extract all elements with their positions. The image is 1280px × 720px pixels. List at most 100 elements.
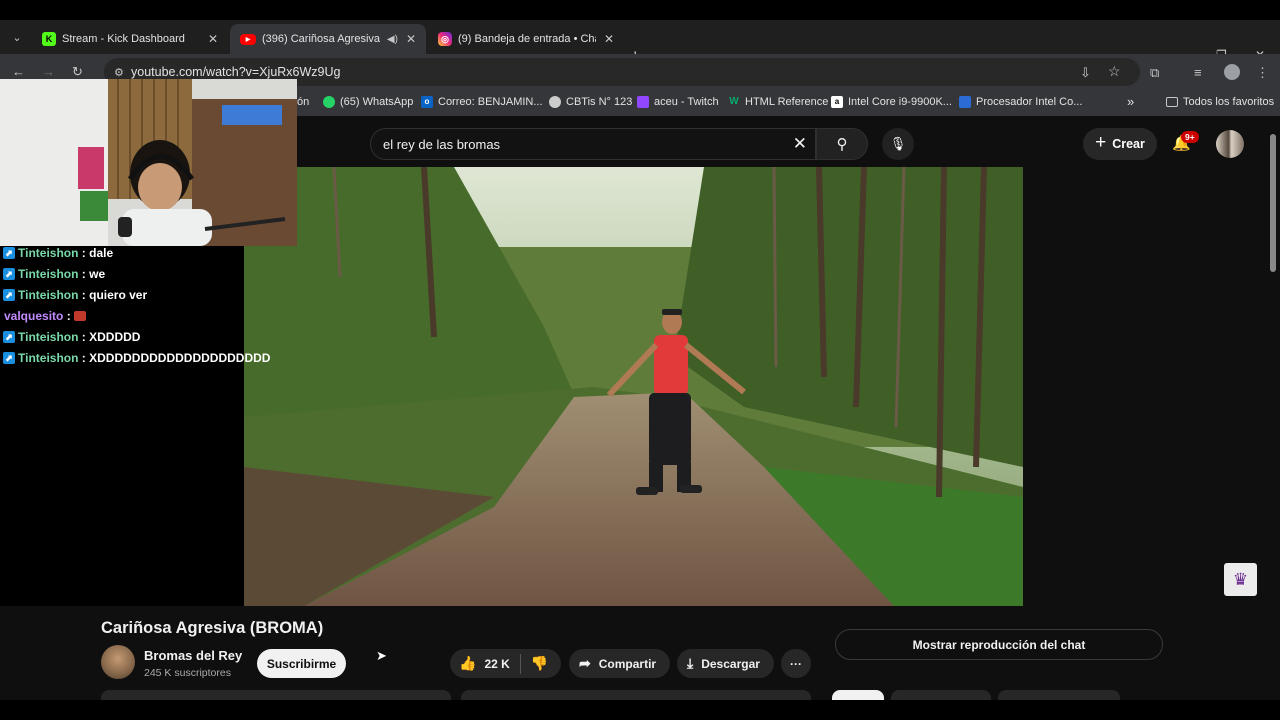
chat-text: XDDDDDDDDDDDDDDDDDDDD — [89, 351, 271, 365]
all-bookmarks-label: Todos los favoritos — [1183, 96, 1275, 108]
kick-icon: K — [42, 32, 56, 46]
tab-kick-dashboard[interactable]: K Stream - Kick Dashboard ✕ — [32, 24, 228, 54]
globe-icon — [549, 96, 561, 108]
share-label: Compartir — [598, 656, 657, 671]
subscriber-count: 245 K suscriptores — [144, 667, 231, 679]
bookmark-star-icon[interactable]: ☆ — [1108, 63, 1121, 80]
channel-name[interactable]: Bromas del Rey — [144, 648, 242, 663]
filter-chip-all[interactable] — [832, 690, 884, 700]
chat-badge-icon: ⬈ — [3, 352, 15, 364]
stream-chat-overlay: ⬈ Tinteishon : dale ⬈ Tinteishon : we ⬈ … — [0, 246, 270, 606]
profile-avatar-icon[interactable] — [1224, 64, 1240, 80]
bottom-black-band — [0, 700, 1280, 720]
tab-search-chevron-icon[interactable]: ⌄ — [6, 26, 28, 48]
search-button[interactable]: ⚲ — [816, 128, 868, 160]
close-tab-icon[interactable]: ✕ — [208, 32, 218, 46]
audio-playing-icon[interactable]: ◀) — [387, 34, 398, 45]
tab-youtube-video[interactable]: ▶ (396) Cariñosa Agresiva (BR ◀) ✕ — [230, 24, 426, 54]
site-info-icon[interactable]: ⚙ — [114, 66, 130, 79]
chat-separator: : — [78, 288, 90, 302]
filter-chip-related[interactable] — [998, 690, 1120, 700]
chat-username: valquesito — [4, 309, 64, 323]
create-button[interactable]: + Crear — [1083, 128, 1157, 160]
bookmark-procesador-intel[interactable]: Procesador Intel Co... — [959, 96, 1082, 108]
bookmark-cbtis[interactable]: CBTis N° 123 — [549, 96, 632, 108]
share-button[interactable]: ➦ Compartir — [569, 649, 670, 678]
chat-username: Tinteishon — [18, 246, 79, 260]
whatsapp-icon — [323, 96, 335, 108]
video-title: Cariñosa Agresiva (BROMA) — [101, 619, 324, 637]
bookmark-intel-core[interactable]: a Intel Core i9-9900K... — [831, 96, 952, 108]
scrollbar-thumb[interactable] — [1270, 134, 1276, 272]
chat-separator: : — [63, 309, 75, 323]
show-chat-replay-button[interactable]: Mostrar reproducción del chat — [835, 629, 1163, 660]
tab-instagram-inbox[interactable]: ◎ (9) Bandeja de entrada • Chats ✕ — [428, 24, 624, 54]
comments-box-top — [461, 690, 811, 700]
chat-separator: : — [78, 246, 90, 260]
search-icon: ⚲ — [836, 136, 848, 153]
video-player[interactable] — [244, 167, 1023, 606]
filter-chip-channel[interactable] — [891, 690, 991, 700]
chat-separator: : — [78, 330, 90, 344]
forward-arrow-icon[interactable]: → — [42, 64, 55, 79]
tab-title: Stream - Kick Dashboard — [62, 33, 185, 45]
channel-avatar[interactable] — [101, 645, 135, 679]
install-app-icon[interactable]: ⇩ — [1080, 65, 1091, 81]
bookmark-twitch[interactable]: aceu - Twitch — [637, 96, 719, 108]
thumbs-down-icon[interactable]: 👎 — [531, 655, 548, 672]
address-bar-url[interactable]: youtube.com/watch?v=XjuRx6Wz9Ug — [131, 65, 340, 79]
bookmark-label: HTML Reference — [745, 96, 829, 108]
emote-icon — [74, 311, 87, 321]
video-frame-forest-scene — [244, 167, 1023, 606]
download-label: Descargar — [701, 656, 760, 671]
chrome-menu-icon[interactable]: ⋮ — [1256, 65, 1269, 81]
thumbs-up-icon[interactable]: 👍 — [459, 655, 476, 672]
search-query-text[interactable]: el rey de las bromas — [383, 137, 500, 152]
bookmark-label: Correo: BENJAMIN... — [438, 96, 543, 108]
outlook-icon: o — [421, 96, 433, 108]
close-tab-icon[interactable]: ✕ — [406, 32, 416, 46]
bookmark-label: CBTis N° 123 — [566, 96, 633, 108]
bookmark-whatsapp[interactable]: (65) WhatsApp — [323, 96, 413, 108]
bookmark-label: Intel Core i9-9900K... — [848, 96, 952, 108]
download-button[interactable]: ⤓ Descargar — [677, 649, 774, 678]
store-icon — [959, 96, 971, 108]
like-count[interactable]: 22 K — [484, 657, 509, 671]
webcam-feed-image — [0, 79, 297, 246]
description-box-top — [101, 690, 451, 700]
bookmark-item[interactable]: ón — [297, 96, 309, 108]
plus-icon: + — [1095, 132, 1107, 153]
tab-title: (396) Cariñosa Agresiva (BR — [262, 33, 381, 45]
chat-badge-icon: ⬈ — [3, 331, 15, 343]
overflow-chevron-icon: » — [1127, 94, 1135, 109]
w3schools-icon: W — [729, 96, 739, 107]
more-actions-button[interactable]: ··· — [781, 649, 811, 678]
clear-search-icon[interactable]: ✕ — [793, 134, 807, 154]
chat-username: Tinteishon — [18, 351, 79, 365]
download-icon: ⤓ — [687, 655, 694, 671]
extensions-puzzle-icon[interactable]: ⧉ — [1150, 65, 1159, 81]
reload-icon[interactable]: ↻ — [72, 64, 83, 80]
bookmark-html-reference[interactable]: W HTML Reference — [728, 96, 828, 108]
page-scrollbar[interactable] — [1268, 122, 1276, 720]
all-bookmarks-folder[interactable]: Todos los favoritos — [1166, 96, 1274, 108]
subscribe-button[interactable]: Suscribirme — [257, 649, 346, 678]
streamer-webcam-overlay — [0, 79, 297, 246]
close-tab-icon[interactable]: ✕ — [604, 32, 614, 46]
chat-message: valquesito : — [4, 309, 87, 323]
chat-message: ⬈ Tinteishon : we — [3, 267, 105, 281]
create-label: Crear — [1112, 137, 1145, 151]
voice-search-mic-icon[interactable]: 🎙 — [882, 128, 914, 160]
chat-username: Tinteishon — [18, 330, 79, 344]
youtube-icon: ▶ — [240, 33, 256, 45]
media-controls-icon[interactable]: ≡ — [1194, 65, 1202, 80]
youtube-search-input[interactable]: el rey de las bromas ✕ — [370, 128, 816, 160]
youtube-account-avatar[interactable] — [1216, 130, 1244, 158]
back-arrow-icon[interactable]: ← — [12, 64, 25, 79]
chat-separator: : — [78, 351, 90, 365]
chat-message: ⬈ Tinteishon : XDDDDD — [3, 330, 140, 344]
channel-watermark-crown-icon[interactable]: ♛ — [1224, 563, 1257, 596]
bookmarks-overflow-button[interactable]: » — [1127, 94, 1134, 109]
chat-text: we — [89, 267, 106, 281]
bookmark-outlook[interactable]: o Correo: BENJAMIN... — [421, 96, 543, 108]
